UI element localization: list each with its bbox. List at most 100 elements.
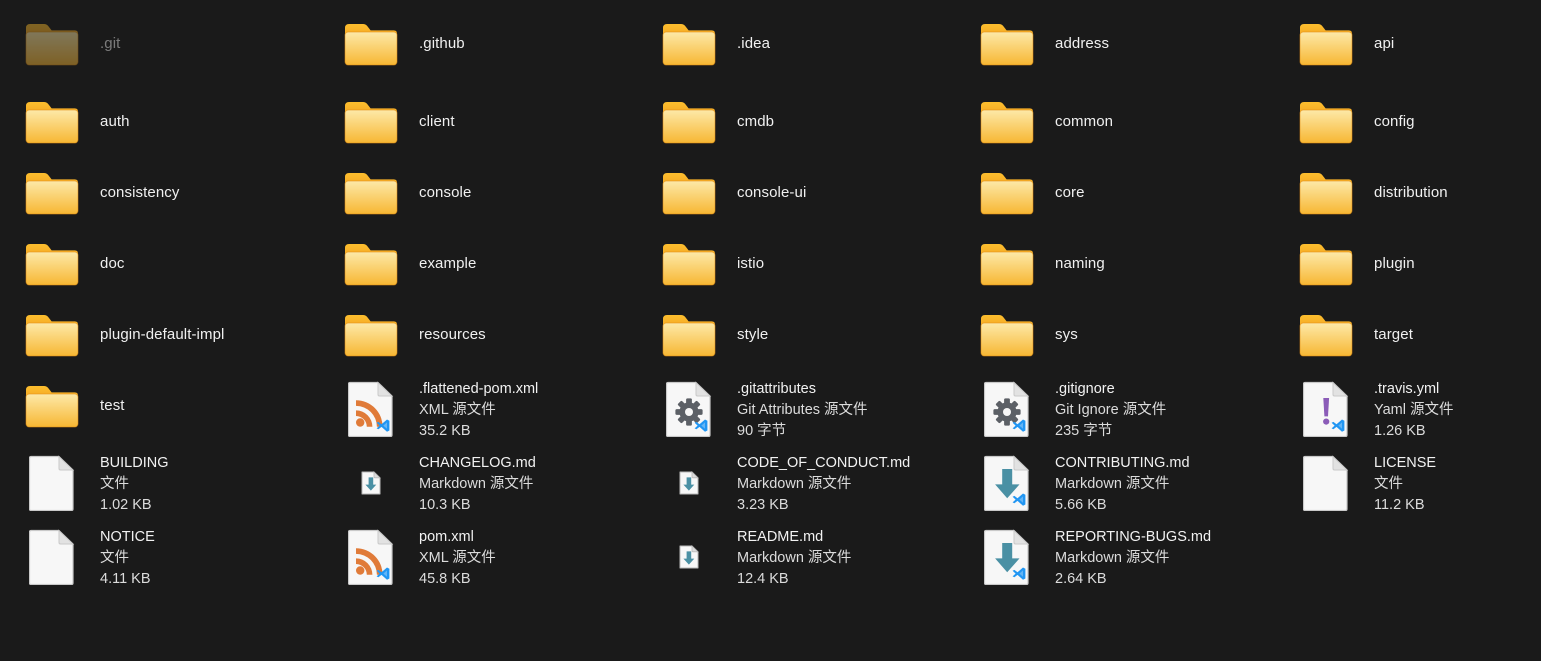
desktop-file-item[interactable]: NOTICE 文件 4.11 KB xyxy=(24,526,344,592)
file-type: Markdown 源文件 xyxy=(1055,476,1170,492)
file-labels: .travis.yml Yaml 源文件 1.26 KB xyxy=(1374,378,1454,442)
desktop-file-item[interactable]: LICENSE 文件 11.2 KB xyxy=(1298,452,1541,518)
desktop-file-item[interactable]: .gitignore Git Ignore 源文件 235 字节 xyxy=(979,378,1299,444)
file-name: .flattened-pom.xml xyxy=(419,381,539,397)
folder-icon-glyph xyxy=(1299,23,1353,65)
folder-name: console-ui xyxy=(737,184,807,201)
folder-name: target xyxy=(1374,326,1413,343)
folder-labels: api xyxy=(1374,35,1394,53)
folder-labels: cmdb xyxy=(737,113,774,131)
blank-document-icon xyxy=(1298,454,1354,512)
desktop-file-item[interactable]: CODE_OF_CONDUCT.md Markdown 源文件 3.23 KB xyxy=(661,452,981,518)
desktop-file-item[interactable]: BUILDING 文件 1.02 KB xyxy=(24,452,344,518)
xml-rss-document-icon xyxy=(343,528,399,586)
folder-labels: address xyxy=(1055,35,1109,53)
file-name: .travis.yml xyxy=(1374,381,1440,397)
desktop-folder-item[interactable]: address xyxy=(979,16,1279,72)
folder-icon xyxy=(343,99,399,145)
folder-icon xyxy=(1298,312,1354,358)
file-labels: .gitignore Git Ignore 源文件 235 字节 xyxy=(1055,378,1166,442)
file-name: .gitattributes xyxy=(737,381,816,397)
desktop-folder-item[interactable]: istio xyxy=(661,236,961,292)
desktop-folder-item[interactable]: naming xyxy=(979,236,1279,292)
desktop-folder-item[interactable]: plugin-default-impl xyxy=(24,307,324,363)
folder-labels: test xyxy=(100,397,125,415)
folder-icon-glyph xyxy=(25,23,79,65)
file-type: XML 源文件 xyxy=(419,402,496,418)
folder-icon xyxy=(979,99,1035,145)
desktop-folder-item[interactable]: common xyxy=(979,94,1279,150)
folder-labels: .idea xyxy=(737,35,770,53)
desktop-file-item[interactable]: CHANGELOG.md Markdown 源文件 10.3 KB xyxy=(343,452,663,518)
desktop-folder-item[interactable]: .github xyxy=(343,16,643,72)
desktop-folder-item[interactable]: .git xyxy=(24,16,324,72)
folder-name: distribution xyxy=(1374,184,1448,201)
desktop-file-item[interactable]: README.md Markdown 源文件 12.4 KB xyxy=(661,526,981,592)
folder-labels: doc xyxy=(100,255,125,273)
file-size: 235 字节 xyxy=(1055,423,1113,439)
folder-icon-glyph xyxy=(25,243,79,285)
folder-icon xyxy=(979,241,1035,287)
folder-icon-glyph xyxy=(25,385,79,427)
folder-labels: common xyxy=(1055,113,1113,131)
blank-document-icon xyxy=(24,528,80,586)
file-name: LICENSE xyxy=(1374,455,1437,471)
file-name: README.md xyxy=(737,529,824,545)
file-name: BUILDING xyxy=(100,455,169,471)
desktop-canvas[interactable]: .git .github .idea address api auth clie… xyxy=(0,0,1541,661)
desktop-folder-item[interactable]: core xyxy=(979,165,1279,221)
desktop-folder-item[interactable]: style xyxy=(661,307,961,363)
file-size: 90 字节 xyxy=(737,423,787,439)
desktop-file-item[interactable]: REPORTING-BUGS.md Markdown 源文件 2.64 KB xyxy=(979,526,1299,592)
markdown-download-arrow-small-icon xyxy=(343,454,399,512)
folder-icon xyxy=(24,99,80,145)
desktop-folder-item[interactable]: api xyxy=(1298,16,1541,72)
file-labels: REPORTING-BUGS.md Markdown 源文件 2.64 KB xyxy=(1055,526,1211,590)
file-labels: NOTICE 文件 4.11 KB xyxy=(100,526,155,590)
folder-name: console xyxy=(419,184,472,201)
desktop-folder-item[interactable]: console xyxy=(343,165,643,221)
desktop-folder-item[interactable]: plugin xyxy=(1298,236,1541,292)
file-type: Markdown 源文件 xyxy=(737,476,852,492)
desktop-file-item[interactable]: .gitattributes Git Attributes 源文件 90 字节 xyxy=(661,378,981,444)
desktop-folder-item[interactable]: target xyxy=(1298,307,1541,363)
desktop-folder-item[interactable]: consistency xyxy=(24,165,324,221)
desktop-folder-item[interactable]: cmdb xyxy=(661,94,961,150)
desktop-file-item[interactable]: CONTRIBUTING.md Markdown 源文件 5.66 KB xyxy=(979,452,1299,518)
folder-icon-glyph xyxy=(25,314,79,356)
file-labels: CHANGELOG.md Markdown 源文件 10.3 KB xyxy=(419,452,536,516)
desktop-folder-item[interactable]: config xyxy=(1298,94,1541,150)
desktop-folder-item[interactable]: sys xyxy=(979,307,1279,363)
desktop-folder-item[interactable]: client xyxy=(343,94,643,150)
folder-icon-glyph xyxy=(1299,101,1353,143)
folder-labels: core xyxy=(1055,184,1085,202)
markdown-download-arrow-small-glyph xyxy=(679,471,699,495)
document-sheet-glyph xyxy=(984,529,1030,585)
desktop-file-item[interactable]: pom.xml XML 源文件 45.8 KB xyxy=(343,526,663,592)
file-name: CONTRIBUTING.md xyxy=(1055,455,1190,471)
desktop-folder-item[interactable]: resources xyxy=(343,307,643,363)
folder-name: style xyxy=(737,326,769,343)
file-size: 10.3 KB xyxy=(419,497,471,513)
folder-labels: target xyxy=(1374,326,1413,344)
desktop-file-item[interactable]: .travis.yml Yaml 源文件 1.26 KB xyxy=(1298,378,1541,444)
folder-icon xyxy=(661,99,717,145)
file-name: .gitignore xyxy=(1055,381,1115,397)
desktop-folder-item[interactable]: test xyxy=(24,378,324,434)
file-size: 11.2 KB xyxy=(1374,497,1425,513)
folder-icon-glyph xyxy=(980,101,1034,143)
folder-icon-glyph xyxy=(344,101,398,143)
desktop-folder-item[interactable]: .idea xyxy=(661,16,961,72)
document-sheet-glyph xyxy=(348,381,394,437)
desktop-folder-item[interactable]: distribution xyxy=(1298,165,1541,221)
desktop-file-item[interactable]: .flattened-pom.xml XML 源文件 35.2 KB xyxy=(343,378,663,444)
file-type: Markdown 源文件 xyxy=(1055,550,1170,566)
desktop-folder-item[interactable]: doc xyxy=(24,236,324,292)
folder-icon xyxy=(979,21,1035,67)
file-name: REPORTING-BUGS.md xyxy=(1055,529,1212,545)
desktop-folder-item[interactable]: auth xyxy=(24,94,324,150)
desktop-folder-item[interactable]: example xyxy=(343,236,643,292)
folder-labels: console xyxy=(419,184,471,202)
file-size: 35.2 KB xyxy=(419,423,471,439)
desktop-folder-item[interactable]: console-ui xyxy=(661,165,961,221)
